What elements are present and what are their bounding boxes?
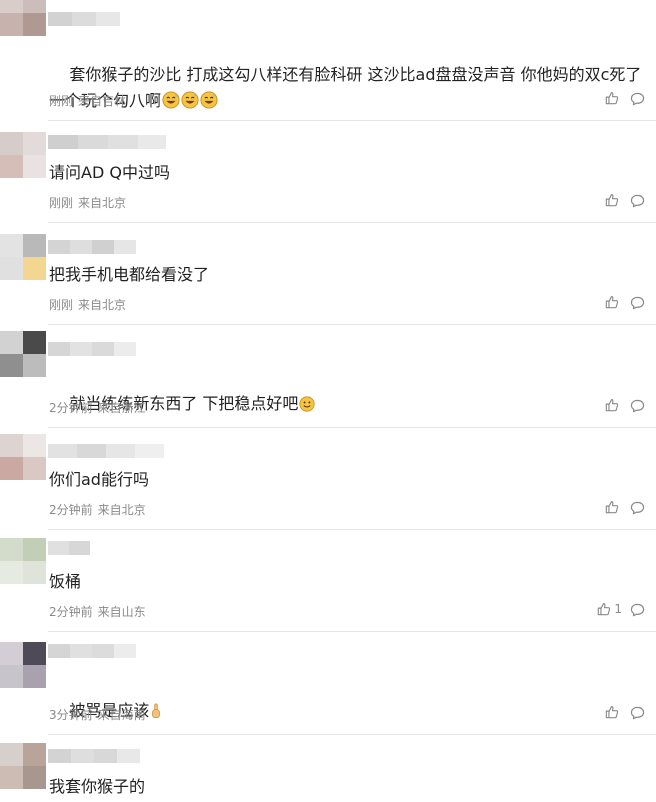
comment-location: 来自北京 [78,196,127,210]
thumbs-up-icon [605,92,619,105]
comment-item: 我套你猴子的 [0,735,656,802]
like-button[interactable] [605,295,622,309]
comment-time: 刚刚 [49,94,74,108]
like-button[interactable] [605,398,622,412]
grinning-sweat-emoji [200,91,218,117]
comment-meta: 3分钟前 来自海南 [49,706,146,723]
comment-meta: 刚刚 来自北京 [49,296,126,313]
username-blurred[interactable] [48,12,120,26]
username-blurred[interactable] [48,644,136,658]
comment-text: 我套你猴子的 [49,777,146,796]
grinning-sweat-emoji [162,91,180,117]
comment-meta: 2分钟前 来自山东 [49,603,146,620]
comment-bubble-icon [630,92,645,106]
comment-bubble-icon [630,501,645,515]
comment-item: 被骂是应该 3分钟前 来自海南 [0,632,656,735]
comment-item: 请问AD Q中过吗 刚刚 来自北京 [0,121,656,223]
pointing-finger-emoji [150,701,162,727]
comment-text: 饭桶 [49,572,82,591]
reply-button[interactable] [630,295,645,314]
avatar[interactable] [0,434,46,480]
comment-location: 来自山东 [97,605,146,619]
comment-time: 2分钟前 [49,401,93,415]
username-blurred[interactable] [48,749,140,763]
avatar[interactable] [0,132,46,178]
like-button[interactable] [605,705,622,719]
comment-text-content: 套你猴子的沙比 打成这勾八样还有脸科研 这沙比ad盘盘没声音 你他妈的双c死了一… [49,65,642,110]
like-button[interactable] [605,500,622,514]
comment-time: 2分钟前 [49,503,93,517]
comment-bubble-icon [630,399,645,413]
comment-meta: 2分钟前 来自浙江 [49,399,146,416]
avatar[interactable] [0,538,46,584]
reply-button[interactable] [630,705,645,724]
avatar[interactable] [0,0,46,36]
comment-meta: 刚刚 来自北京 [49,194,126,211]
comment-time: 刚刚 [49,196,74,210]
comment-item: 把我手机电都给看没了 刚刚 来自北京 [0,223,656,325]
avatar[interactable] [0,331,46,377]
username-blurred[interactable] [48,240,136,254]
slightly-smiling-emoji [299,394,316,420]
reply-button[interactable] [630,500,645,519]
comment-location: 来自浙江 [97,401,146,415]
username-blurred[interactable] [48,444,164,458]
avatar[interactable] [0,642,46,688]
thumbs-up-icon [605,501,619,514]
like-button[interactable] [605,91,622,105]
comment-location: 来自北京 [97,503,146,517]
reply-button[interactable] [630,602,645,621]
comment-meta: 刚刚 来自吉林 [49,92,126,109]
grinning-sweat-emoji [181,91,199,117]
like-button[interactable]: 1 [597,602,622,616]
username-blurred[interactable] [48,135,166,149]
reply-button[interactable] [630,398,645,417]
comment-bubble-icon [630,603,645,617]
username-blurred[interactable] [48,541,90,555]
comment-location: 来自北京 [78,298,127,312]
comment-time: 3分钟前 [49,708,93,722]
comment-item: 饭桶 2分钟前 来自山东 1 [0,530,656,632]
thumbs-up-icon [598,603,611,616]
comment-text: 请问AD Q中过吗 [49,163,170,182]
comment-bubble-icon [630,296,645,310]
avatar[interactable] [0,234,46,280]
reply-button[interactable] [630,91,645,110]
comment-location: 来自海南 [97,708,146,722]
thumbs-up-icon [605,399,619,412]
username-blurred[interactable] [48,342,136,356]
comment-item: 就当练练新东西了 下把稳点好吧 2分钟前 来自浙江 [0,325,656,428]
comment-time: 2分钟前 [49,605,93,619]
comment-bubble-icon [630,194,645,208]
comment-location: 来自吉林 [78,94,127,108]
thumbs-up-icon [605,194,619,207]
thumbs-up-icon [605,706,619,719]
comment-time: 刚刚 [49,298,74,312]
comment-bubble-icon [630,706,645,720]
thumbs-up-icon [605,296,619,309]
like-button[interactable] [605,193,622,207]
comment-item: 套你猴子的沙比 打成这勾八样还有脸科研 这沙比ad盘盘没声音 你他妈的双c死了一… [0,0,656,121]
comment-text: 把我手机电都给看没了 [49,265,210,284]
comment-item: 你们ad能行吗 2分钟前 来自北京 [0,428,656,530]
comment-meta: 2分钟前 来自北京 [49,501,146,518]
reply-button[interactable] [630,193,645,212]
avatar[interactable] [0,743,46,789]
comment-text: 你们ad能行吗 [49,470,149,489]
like-count: 1 [614,602,622,616]
